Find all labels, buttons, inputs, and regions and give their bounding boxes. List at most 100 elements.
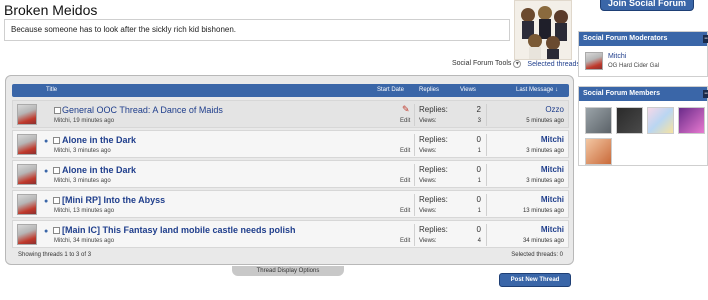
collapse-icon[interactable]: −	[703, 90, 708, 98]
thread-list: Title Start Date Replies Views Last Mess…	[5, 75, 574, 265]
views-label: Views:	[419, 118, 437, 124]
last-poster[interactable]: Ozzo	[545, 105, 564, 114]
member-avatar[interactable]	[585, 138, 612, 165]
edit-link[interactable]: Edit	[400, 118, 410, 124]
thread-meta: Mitchi, 3 minutes ago	[54, 148, 111, 154]
avatar[interactable]	[585, 52, 603, 70]
member-avatar[interactable]	[585, 107, 612, 134]
views-count: 4	[477, 238, 481, 244]
moderators-title: Social Forum Moderators	[583, 35, 668, 42]
replies-label: Replies:	[419, 105, 448, 114]
bullet-icon: ●	[44, 228, 49, 235]
last-post-time: 5 minutes ago	[526, 118, 564, 124]
thread-title[interactable]: Alone in the Dark	[62, 135, 136, 145]
moderators-heading: Social Forum Moderators −	[579, 32, 708, 46]
last-post-time: 13 minutes ago	[522, 208, 564, 214]
replies-label: Replies:	[419, 195, 448, 204]
replies-count: 0	[476, 135, 481, 144]
post-new-thread-button[interactable]: Post New Thread	[499, 273, 571, 287]
bullet-icon: ●	[44, 138, 49, 145]
replies-label: Replies:	[419, 135, 448, 144]
replies-count: 0	[476, 165, 481, 174]
table-row: ● [Main IC] This Fantasy land mobile cas…	[12, 220, 569, 248]
avatar[interactable]	[17, 224, 37, 245]
thread-checkbox[interactable]	[53, 137, 60, 144]
views-count: 1	[477, 208, 481, 214]
col-start-date[interactable]: Start Date	[377, 87, 404, 93]
page: Broken Meidos Because someone has to loo…	[0, 0, 708, 300]
selected-threads-footer: Selected threads: 0	[511, 252, 563, 258]
col-last-message[interactable]: Last Message ↓	[516, 87, 558, 93]
last-poster[interactable]: Mitchi	[541, 195, 564, 204]
views-count: 1	[477, 148, 481, 154]
moderators-block: Social Forum Moderators − Mitchi OG Hard…	[578, 31, 708, 77]
replies-count: 0	[476, 195, 481, 204]
thread-title[interactable]: General OOC Thread: A Dance of Maids	[62, 105, 223, 115]
views-label: Views:	[419, 238, 437, 244]
last-post-time: 3 minutes ago	[526, 148, 564, 154]
divider	[414, 194, 415, 216]
col-replies[interactable]: Replies	[419, 87, 439, 93]
thread-meta: Mitchi, 34 minutes ago	[54, 238, 115, 244]
views-count: 3	[477, 118, 481, 124]
thread-checkbox[interactable]	[54, 107, 61, 114]
members-title: Social Forum Members	[583, 90, 661, 97]
join-social-forum-button[interactable]: Join Social Forum	[600, 0, 694, 11]
divider	[486, 164, 487, 186]
divider	[414, 164, 415, 186]
thread-display-options-button[interactable]: Thread Display Options	[232, 266, 344, 276]
table-row: General OOC Thread: A Dance of Maids Mit…	[12, 100, 569, 128]
thread-checkbox[interactable]	[53, 167, 60, 174]
table-row: ● Alone in the Dark Mitchi, 3 minutes ag…	[12, 130, 569, 158]
last-poster[interactable]: Mitchi	[541, 135, 564, 144]
divider	[486, 194, 487, 216]
thread-checkbox[interactable]	[53, 197, 60, 204]
pin-icon: ✎	[402, 104, 410, 114]
moderator-name[interactable]: Mitchi	[608, 53, 626, 60]
views-label: Views:	[419, 208, 437, 214]
collapse-icon[interactable]: −	[703, 35, 708, 43]
chevron-down-icon: ▾	[513, 60, 522, 68]
social-tools-link[interactable]: Social Forum Tools ▾	[452, 60, 522, 68]
divider	[414, 134, 415, 156]
divider	[414, 224, 415, 246]
divider	[414, 104, 415, 126]
replies-count: 0	[476, 225, 481, 234]
thread-checkbox[interactable]	[53, 227, 60, 234]
edit-link[interactable]: Edit	[400, 238, 410, 244]
thread-title[interactable]: [Main IC] This Fantasy land mobile castl…	[62, 225, 296, 235]
avatar[interactable]	[17, 104, 37, 125]
thread-meta: Mitchi, 19 minutes ago	[54, 118, 115, 124]
col-views[interactable]: Views	[460, 87, 476, 93]
table-row: ● [Mini RP] Into the Abyss Mitchi, 13 mi…	[12, 190, 569, 218]
avatar[interactable]	[17, 164, 37, 185]
edit-link[interactable]: Edit	[400, 148, 410, 154]
showing-threads-text: Showing threads 1 to 3 of 3	[18, 252, 92, 258]
group-image	[514, 0, 572, 60]
avatar[interactable]	[17, 194, 37, 215]
group-description: Because someone has to look after the si…	[4, 19, 510, 41]
edit-link[interactable]: Edit	[400, 178, 410, 184]
replies-label: Replies:	[419, 225, 448, 234]
last-post-time: 34 minutes ago	[522, 238, 564, 244]
thread-title[interactable]: Alone in the Dark	[62, 165, 136, 175]
table-row: ● Alone in the Dark Mitchi, 3 minutes ag…	[12, 160, 569, 188]
edit-link[interactable]: Edit	[400, 208, 410, 214]
replies-count: 2	[476, 105, 481, 114]
bullet-icon: ●	[44, 168, 49, 175]
last-post-time: 3 minutes ago	[526, 178, 564, 184]
last-poster[interactable]: Mitchi	[541, 165, 564, 174]
col-title[interactable]: Title	[46, 87, 57, 93]
thread-list-header: Title Start Date Replies Views Last Mess…	[12, 84, 569, 97]
last-poster[interactable]: Mitchi	[541, 225, 564, 234]
avatar[interactable]	[17, 134, 37, 155]
views-label: Views:	[419, 148, 437, 154]
thread-title[interactable]: [Mini RP] Into the Abyss	[62, 195, 165, 205]
views-count: 1	[477, 178, 481, 184]
thread-meta: Mitchi, 3 minutes ago	[54, 178, 111, 184]
moderator-title: OG Hard Cider Gal	[608, 63, 660, 69]
member-avatar[interactable]	[647, 107, 674, 134]
page-title: Broken Meidos	[4, 2, 98, 18]
member-avatar[interactable]	[678, 107, 705, 134]
member-avatar[interactable]	[616, 107, 643, 134]
